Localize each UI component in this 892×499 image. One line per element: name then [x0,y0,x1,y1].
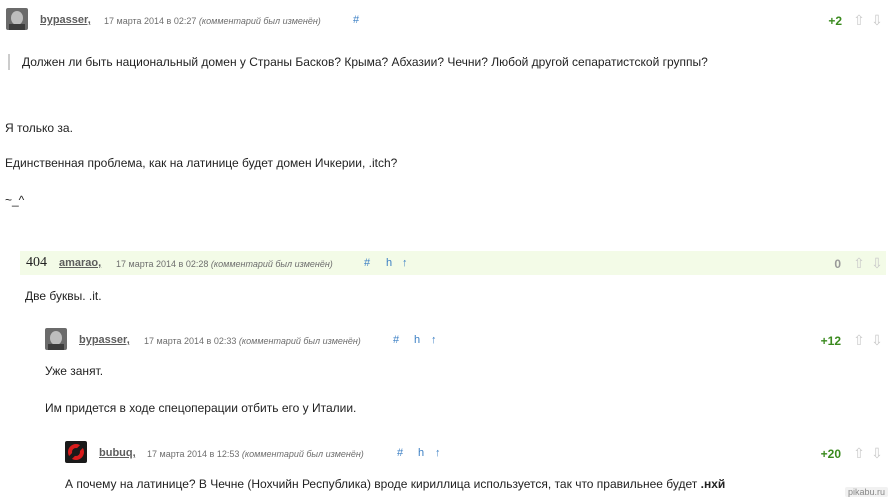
up-arrow-icon[interactable]: ↑ [431,334,437,346]
quote-bar [8,54,10,70]
comment-permalink[interactable]: # [397,447,403,459]
comment-date: 17 марта 2014 в 02:28 [116,259,209,269]
avatar-image [65,441,87,463]
parent-link-icon[interactable]: h [414,334,420,346]
comment-text-bold: .нхй [700,477,726,491]
comment-text: Единственная проблема, как на латинице б… [5,156,398,170]
parent-link-icon[interactable]: h [386,257,392,269]
vote-down-icon[interactable]: ⇩ [870,255,884,271]
edited-note: (комментарий был изменён) [198,16,321,26]
comment-author[interactable]: amarao, [59,257,101,269]
comment-author[interactable]: bypasser, [40,14,91,26]
comment-permalink[interactable]: # [353,14,359,26]
avatar-image [6,8,28,30]
edited-note: (комментарий был изменён) [210,259,333,269]
comment-score: +12 [820,334,841,348]
comment-meta: 17 марта 2014 в 02:28 (комментарий был и… [116,259,333,269]
comment-meta: 17 марта 2014 в 02:33 (комментарий был и… [144,336,361,346]
site-watermark: pikabu.ru [844,487,888,497]
comment-text: ~_^ [5,193,25,207]
comment-date: 17 марта 2014 в 02:33 [144,336,237,346]
up-arrow-icon[interactable]: ↑ [435,447,441,459]
comment-text: А почему на латинице? В Чечне (Нохчийн Р… [65,477,725,491]
comment-date: 17 марта 2014 в 02:27 [104,16,197,26]
vote-up-icon[interactable]: ⇧ [852,332,866,348]
quote-text: Должен ли быть национальный домен у Стра… [22,55,708,69]
comment-meta: 17 марта 2014 в 12:53 (комментарий был и… [147,449,364,459]
vote-up-icon[interactable]: ⇧ [852,255,866,271]
vote-down-icon[interactable]: ⇩ [870,12,884,28]
edited-note: (комментарий был изменён) [238,336,361,346]
comment-score: +2 [828,14,842,28]
comment-permalink[interactable]: # [364,257,370,269]
comment-score: +20 [820,447,841,461]
avatar-bypasser[interactable] [6,8,28,30]
comment-author[interactable]: bypasser, [79,334,130,346]
comment-permalink[interactable]: # [393,334,399,346]
vote-down-icon[interactable]: ⇩ [870,445,884,461]
comment-text: Уже занят. [45,364,104,378]
comment-meta: 17 марта 2014 в 02:27 (комментарий был и… [104,16,321,26]
comment-date: 17 марта 2014 в 12:53 [147,449,240,459]
vote-down-icon[interactable]: ⇩ [870,332,884,348]
comment-text: Им придется в ходе спецоперации отбить е… [45,401,357,415]
avatar-bubuq[interactable] [65,441,87,463]
edited-note: (комментарий был изменён) [241,449,364,459]
comment-score: 0 [834,257,841,271]
comment-text: Я только за. [5,121,73,135]
comment-text-plain: А почему на латинице? В Чечне (Нохчийн Р… [65,477,701,491]
parent-link-icon[interactable]: h [418,447,424,459]
comment-author[interactable]: bubuq, [99,447,136,459]
up-arrow-icon[interactable]: ↑ [402,257,408,269]
comment-text: Две буквы. .it. [25,289,102,303]
vote-up-icon[interactable]: ⇧ [852,445,866,461]
avatar-image [45,328,67,350]
comment-number: 404 [26,255,47,270]
vote-up-icon[interactable]: ⇧ [852,12,866,28]
avatar-bypasser[interactable] [45,328,67,350]
